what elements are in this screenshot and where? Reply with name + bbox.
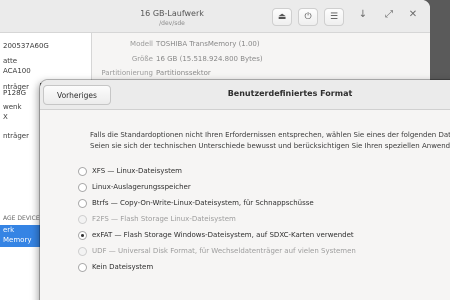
info-label-size: Größe (131, 55, 153, 63)
sidebar-item-selected-sublabel: Memory (3, 236, 32, 244)
power-icon: ⏻ (304, 12, 312, 22)
option-label: UDF — Universal Disk Format, für Wechsel… (92, 247, 356, 255)
description-line-2: Seien sie sich der technischen Unterschi… (90, 142, 450, 150)
option-f2fs: F2FS — Flash Storage Linux-Dateisystem (78, 213, 236, 225)
option-btrfs[interactable]: Btrfs — Copy-On-Write-Linux-Dateisystem,… (78, 197, 314, 209)
radio-button[interactable] (78, 182, 87, 192)
minimize-icon[interactable]: ↓ (356, 9, 370, 20)
sidebar-item[interactable]: P128G (3, 89, 26, 97)
option-label: XFS — Linux-Dateisystem (92, 167, 182, 175)
option-xfs[interactable]: XFS — Linux-Dateisystem (78, 165, 182, 177)
custom-format-dialog: Vorheriges Benutzerdefiniertes Format Fa… (40, 80, 450, 300)
radio-button[interactable] (78, 262, 87, 272)
eject-button[interactable]: ⏏ (272, 8, 292, 26)
info-value-partitioning: Partitionssektor (156, 69, 211, 77)
disks-window: 16 GB-Laufwerk /dev/sde ⏏ ⏻ ☰ ↓ ⤢ ✕ 2005… (0, 0, 430, 83)
sidebar-item[interactable]: nträger (3, 132, 29, 140)
sidebar-item[interactable]: 200537A60G (3, 42, 49, 50)
maximize-icon[interactable]: ⤢ (382, 9, 396, 20)
radio-button (78, 214, 87, 224)
close-icon[interactable]: ✕ (406, 9, 420, 20)
option-no-filesystem[interactable]: Kein Dateisystem (78, 261, 153, 273)
option-exfat[interactable]: exFAT — Flash Storage Windows-Dateisyste… (78, 229, 354, 241)
previous-button[interactable]: Vorheriges (43, 85, 111, 105)
sidebar-item[interactable]: wenk (3, 103, 22, 111)
drive-title: 16 GB-Laufwerk (140, 9, 204, 18)
dialog-title: Benutzerdefiniertes Format (227, 89, 353, 98)
drive-sidebar: 200537A60G atte ACA100 (0, 33, 92, 83)
sidebar-item[interactable]: atte (3, 57, 17, 65)
dialog-description: Falls die Standardoptionen nicht Ihren E… (90, 130, 450, 152)
description-line-1: Falls die Standardoptionen nicht Ihren E… (90, 131, 450, 139)
drive-sidebar-continued: nträger P128G wenk X nträger AGE DEVICE … (0, 83, 40, 300)
option-label: Linux-Auslagerungsspeicher (92, 183, 191, 191)
info-value-size: 16 GB (15.518.924.800 Bytes) (156, 55, 263, 63)
sidebar-item[interactable]: ACA100 (3, 67, 31, 75)
info-label-partitioning: Partitionierung (101, 69, 153, 77)
radio-button-selected[interactable] (78, 230, 87, 240)
eject-icon: ⏏ (277, 12, 287, 22)
option-label: F2FS — Flash Storage Linux-Dateisystem (92, 215, 236, 223)
info-value-model: TOSHIBA TransMemory (1.00) (156, 40, 260, 48)
option-linux-swap[interactable]: Linux-Auslagerungsspeicher (78, 181, 191, 193)
option-label: Kein Dateisystem (92, 263, 154, 271)
radio-button[interactable] (78, 198, 87, 208)
option-label: exFAT — Flash Storage Windows-Dateisyste… (92, 231, 354, 239)
drive-menu-button[interactable]: ☰ (324, 8, 344, 26)
disks-header-bar: 16 GB-Laufwerk /dev/sde ⏏ ⏻ ☰ ↓ ⤢ ✕ (0, 0, 430, 33)
option-udf: UDF — Universal Disk Format, für Wechsel… (78, 245, 356, 257)
drive-device-path: /dev/sde (159, 20, 185, 27)
power-off-button[interactable]: ⏻ (298, 8, 318, 26)
option-label: Btrfs — Copy-On-Write-Linux-Dateisystem,… (92, 199, 314, 207)
sidebar-item[interactable]: X (3, 113, 8, 121)
sidebar-item-selected-label[interactable]: erk (3, 226, 14, 234)
info-label-model: Modell (130, 40, 153, 48)
menu-icon: ☰ (329, 12, 339, 22)
radio-button[interactable] (78, 166, 87, 176)
dialog-header-bar: Vorheriges Benutzerdefiniertes Format (40, 80, 450, 110)
radio-button (78, 246, 87, 256)
sidebar-section-header: AGE DEVICE (3, 215, 40, 222)
